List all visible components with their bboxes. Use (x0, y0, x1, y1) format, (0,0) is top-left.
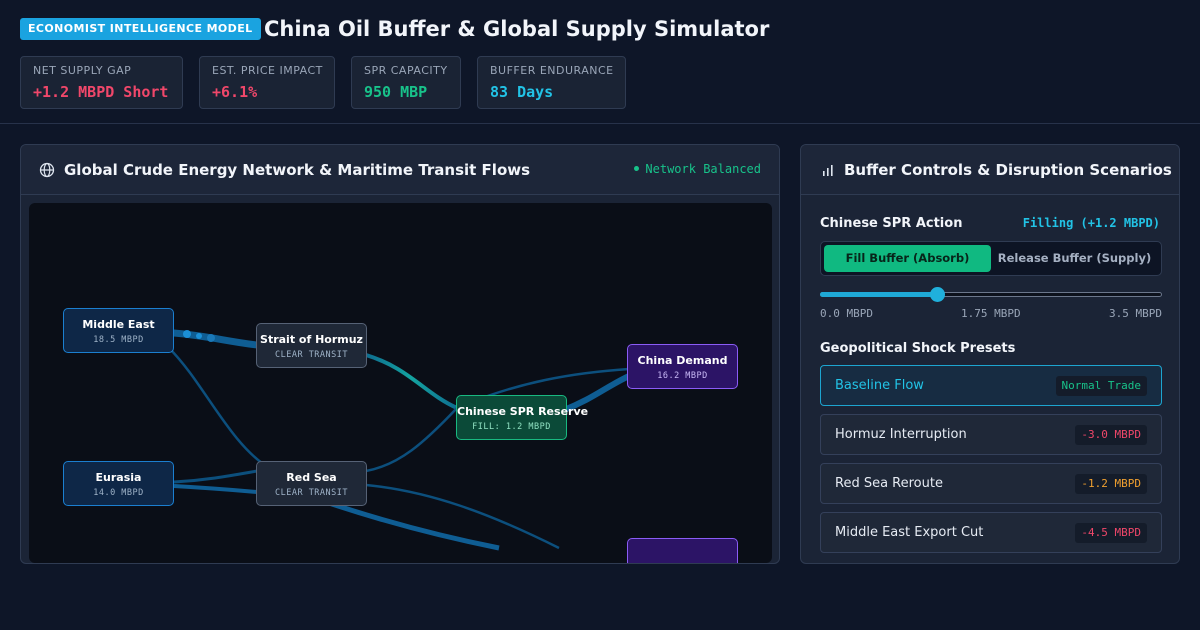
spr-rate-slider[interactable] (820, 287, 1162, 302)
node-name: Chinese SPR Reserve (457, 405, 589, 418)
node-name: Middle East (82, 318, 155, 331)
flow-red-sea-spr (365, 407, 458, 473)
network-panel: Global Crude Energy Network & Maritime T… (20, 144, 780, 564)
flow-middle-east-red-sea (168, 347, 270, 470)
globe-icon (39, 162, 55, 178)
node-status: CLEAR TRANSIT (274, 350, 349, 360)
preset-red-sea-reroute[interactable]: Red Sea Reroute -1.2 MBPD (820, 463, 1162, 504)
app-header: ECONOMIST INTELLIGENCE MODEL China Oil B… (0, 0, 1200, 124)
flow-hormuz-spr (365, 353, 458, 410)
network-status: Network Balanced (634, 162, 761, 176)
spr-mode-toggle: Fill Buffer (Absorb) Release Buffer (Sup… (820, 241, 1162, 276)
preset-tag: -3.0 MBPD (1075, 425, 1147, 445)
kpi-net-supply-gap: NET SUPPLY GAP +1.2 MBPD Short (20, 56, 183, 109)
fill-buffer-button[interactable]: Fill Buffer (Absorb) (824, 245, 991, 272)
kpi-price-impact: EST. PRICE IMPACT +6.1% (199, 56, 335, 109)
node-middle-east[interactable]: Middle East 18.5 MBPD (63, 308, 174, 353)
node-name: Red Sea (286, 471, 337, 484)
bar-chart-icon (823, 165, 833, 176)
controls-panel: Buffer Controls & Disruption Scenarios C… (800, 144, 1180, 564)
model-badge: ECONOMIST INTELLIGENCE MODEL (20, 18, 261, 40)
node-name: China Demand (637, 354, 728, 367)
preset-baseline-flow[interactable]: Baseline Flow Normal Trade (820, 365, 1162, 406)
flow-particle (207, 334, 215, 342)
preset-name: Red Sea Reroute (835, 476, 943, 491)
kpi-label: BUFFER ENDURANCE (490, 64, 614, 77)
network-canvas[interactable]: Middle East 18.5 MBPD Strait of Hormuz C… (29, 203, 772, 563)
network-status-text: Network Balanced (645, 162, 761, 176)
node-name: Eurasia (95, 471, 142, 484)
slider-thumb[interactable] (930, 287, 946, 302)
preset-tag: -1.2 MBPD (1075, 474, 1147, 494)
node-status: CLEAR TRANSIT (274, 488, 349, 498)
network-panel-header: Global Crude Energy Network & Maritime T… (21, 145, 779, 195)
kpi-value: 950 MBP (364, 83, 428, 101)
node-eurasia[interactable]: Eurasia 14.0 MBPD (63, 461, 174, 506)
controls-panel-header: Buffer Controls & Disruption Scenarios (801, 145, 1179, 195)
flow-eurasia-red-sea (173, 469, 258, 484)
kpi-spr-capacity: SPR CAPACITY 950 MBP (351, 56, 461, 109)
preset-tag: Normal Trade (1055, 376, 1147, 396)
presets-title: Geopolitical Shock Presets (820, 341, 1016, 356)
node-demand-partial[interactable] (627, 538, 738, 563)
preset-hormuz-interruption[interactable]: Hormuz Interruption -3.0 MBPD (820, 414, 1162, 455)
release-buffer-button[interactable]: Release Buffer (Supply) (991, 245, 1158, 272)
slider-max-label: 3.5 MBPD (1109, 307, 1162, 320)
kpi-buffer-endurance: BUFFER ENDURANCE 83 Days (477, 56, 626, 109)
kpi-label: SPR CAPACITY (364, 64, 448, 77)
flow-particle (196, 333, 202, 339)
node-value: 16.2 MBPD (657, 371, 708, 381)
kpi-label: NET SUPPLY GAP (33, 64, 132, 77)
node-strait-of-hormuz[interactable]: Strait of Hormuz CLEAR TRANSIT (256, 323, 367, 368)
status-dot-icon (634, 166, 640, 171)
slider-fill (820, 292, 938, 297)
node-chinese-spr[interactable]: Chinese SPR Reserve FILL: 1.2 MBPD (456, 395, 589, 440)
controls-panel-title: Buffer Controls & Disruption Scenarios (844, 161, 1172, 179)
node-china-demand[interactable]: China Demand 16.2 MBPD (627, 344, 738, 389)
spr-action-label: Chinese SPR Action (820, 216, 963, 231)
node-red-sea[interactable]: Red Sea CLEAR TRANSIT (256, 461, 367, 506)
flow-eurasia-red-sea-2 (173, 484, 258, 494)
kpi-value: +1.2 MBPD Short (33, 83, 169, 101)
node-value: 14.0 MBPD (93, 488, 144, 498)
network-panel-title: Global Crude Energy Network & Maritime T… (64, 161, 531, 179)
preset-name: Baseline Flow (835, 378, 924, 393)
slider-min-label: 0.0 MBPD (820, 307, 873, 320)
slider-mid-label: 1.75 MBPD (961, 307, 1021, 320)
kpi-value: 83 Days (490, 83, 554, 101)
page-title: China Oil Buffer & Global Supply Simulat… (264, 17, 770, 41)
preset-middle-east-export-cut[interactable]: Middle East Export Cut -4.5 MBPD (820, 512, 1162, 553)
preset-tag: -4.5 MBPD (1075, 523, 1147, 543)
node-name: Strait of Hormuz (260, 333, 363, 346)
spr-action-state: Filling (+1.2 MBPD) (1022, 216, 1160, 230)
preset-name: Middle East Export Cut (835, 525, 984, 540)
flow-particle (183, 330, 191, 338)
kpi-value: +6.1% (212, 83, 258, 101)
node-status: FILL: 1.2 MBPD (472, 422, 551, 432)
node-value: 18.5 MBPD (93, 335, 144, 345)
kpi-label: EST. PRICE IMPACT (212, 64, 323, 77)
preset-name: Hormuz Interruption (835, 427, 967, 442)
